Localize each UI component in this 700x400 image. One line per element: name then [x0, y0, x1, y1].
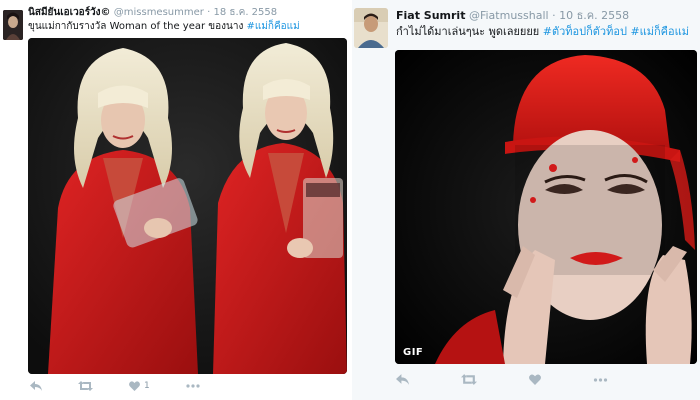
- like-button[interactable]: 1: [129, 381, 150, 391]
- separator-dot: ·: [552, 9, 556, 22]
- reply-button[interactable]: [30, 381, 42, 391]
- tweet-gif[interactable]: GIF: [395, 50, 697, 364]
- user-handle[interactable]: @Fiatmusshall: [469, 9, 549, 22]
- display-name[interactable]: นิสมียันเอเวอร์วัง©: [28, 7, 111, 18]
- heart-icon: [529, 374, 541, 385]
- like-button[interactable]: [529, 374, 541, 385]
- heart-icon: [129, 381, 140, 391]
- user-handle[interactable]: @missmesummer: [114, 7, 204, 18]
- separator-dot: ·: [207, 7, 211, 18]
- tweet-text-body: ขุนแม่กากับรางวัล Woman of the year ของน…: [28, 21, 247, 32]
- tweet-photo[interactable]: [28, 38, 347, 374]
- tweet-header: นิสมียันเอเวอร์วัง© @missmesummer · 18 ธ…: [28, 6, 277, 20]
- photo-two-women-red-suits: [28, 38, 347, 374]
- hashtag-link[interactable]: #แม่ก็คือแม่: [630, 25, 689, 38]
- more-icon: [593, 377, 608, 382]
- retweet-icon: [461, 374, 477, 385]
- tweet-right: Fiat Sumrit @Fiatmusshall · 10 ธ.ค. 2558…: [352, 0, 700, 400]
- tweet-left: นิสมียันเอเวอร์วัง© @missmesummer · 18 ธ…: [0, 0, 350, 400]
- reply-icon: [30, 381, 42, 391]
- retweet-button[interactable]: [461, 374, 477, 385]
- tweet-header: Fiat Sumrit @Fiatmusshall · 10 ธ.ค. 2558: [396, 9, 629, 23]
- tweet-date[interactable]: 18 ธ.ค. 2558: [213, 7, 277, 18]
- photo-woman-red-hat-veil: [395, 50, 697, 364]
- avatar[interactable]: [354, 8, 388, 48]
- avatar[interactable]: [3, 10, 23, 40]
- retweet-button[interactable]: [78, 381, 93, 391]
- tweet-date[interactable]: 10 ธ.ค. 2558: [559, 9, 629, 22]
- like-count: 1: [144, 381, 150, 391]
- retweet-icon: [78, 381, 93, 391]
- tweet-text: กำไม่ได้มาเล่นๆนะ พูดเลยยยย #ตัวท็อปก็ตั…: [396, 25, 689, 39]
- reply-button[interactable]: [396, 374, 409, 385]
- gif-badge: GIF: [403, 347, 424, 358]
- more-icon: [186, 384, 200, 388]
- tweet-actions: [396, 374, 660, 385]
- reply-icon: [396, 374, 409, 385]
- tweet-actions: 1: [30, 381, 236, 391]
- more-button[interactable]: [593, 377, 608, 382]
- tweet-text-body: กำไม่ได้มาเล่นๆนะ พูดเลยยยย: [396, 25, 543, 38]
- display-name[interactable]: Fiat Sumrit: [396, 9, 465, 22]
- tweet-screenshot-collage: นิสมียันเอเวอร์วัง© @missmesummer · 18 ธ…: [0, 0, 700, 400]
- tweet-text: ขุนแม่กากับรางวัล Woman of the year ของน…: [28, 20, 300, 34]
- hashtag-link[interactable]: #แม่ก็คือแม่: [247, 21, 300, 32]
- more-button[interactable]: [186, 384, 200, 388]
- hashtag-link[interactable]: #ตัวท็อปก็ตัวท็อป: [543, 25, 627, 38]
